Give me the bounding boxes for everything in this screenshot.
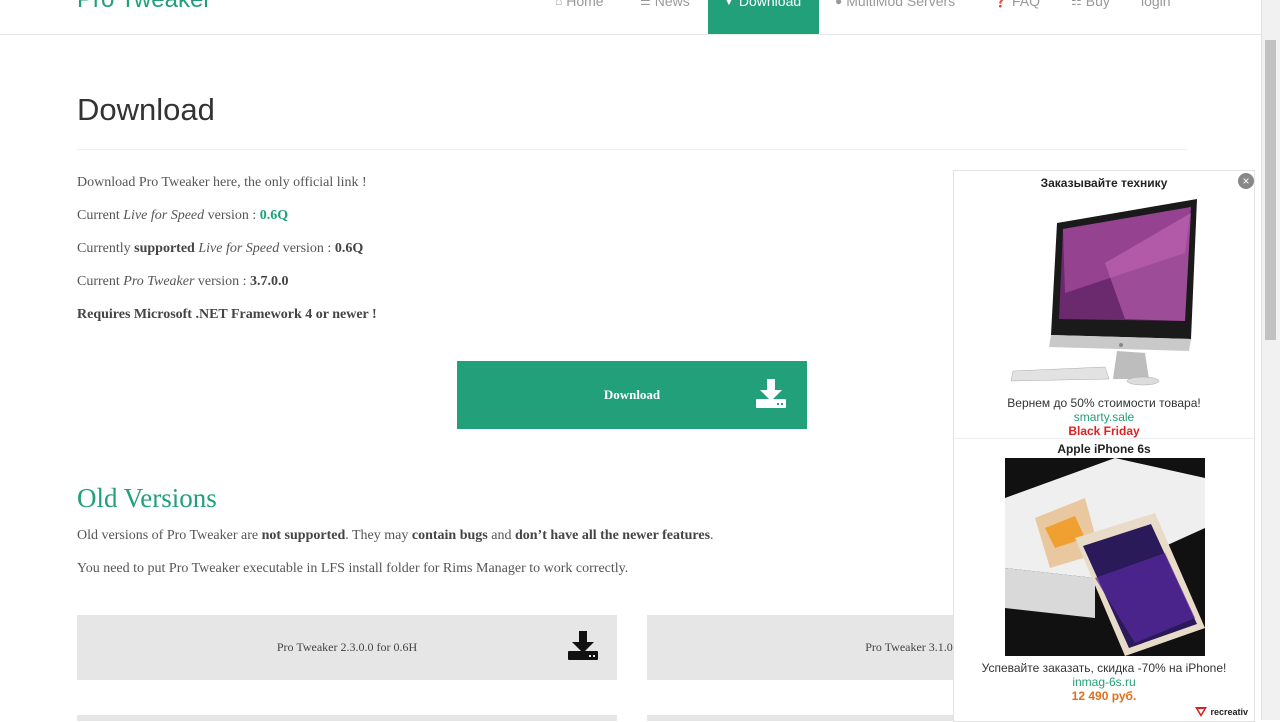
cart-icon: ☷	[1071, 0, 1082, 8]
ad-panel: × Заказывайте технику Вернем до 50% стои…	[953, 170, 1255, 722]
old-versions-note: You need to put Pro Tweaker executable i…	[77, 561, 629, 576]
download-circle-icon: ▼	[723, 0, 735, 8]
nav-news-label: News	[654, 0, 690, 9]
pt-prefix: Current	[77, 274, 124, 289]
scrollbar-thumb[interactable]	[1265, 40, 1276, 340]
nav-faq-label: FAQ	[1011, 0, 1040, 9]
ad-item1-title[interactable]: Заказывайте технику	[954, 176, 1254, 190]
question-icon: ❓	[993, 0, 1008, 8]
warn-d: contain bugs	[411, 528, 488, 543]
sup-mid: version :	[279, 241, 335, 256]
warn-e: and	[487, 528, 515, 543]
page-scrollbar[interactable]	[1261, 0, 1280, 720]
lfs-version-value: 0.6Q	[259, 208, 289, 223]
pt-mid: version :	[194, 274, 251, 289]
lfs-mid: version :	[204, 208, 260, 223]
nav-login[interactable]: login	[1141, 0, 1171, 34]
nav-download-label: Download	[738, 0, 802, 9]
intro-text: Download Pro Tweaker here, the only offi…	[77, 175, 367, 190]
lfs-name: Live for Speed	[123, 208, 205, 223]
old-version-card[interactable]	[77, 715, 617, 721]
sup-name: Live for Speed	[198, 241, 280, 256]
globe-icon: ●	[835, 0, 843, 8]
nav-buy[interactable]: ☷ Buy	[1071, 0, 1110, 34]
download-icon	[755, 379, 787, 413]
ad-item2-price[interactable]: 12 490 руб.	[954, 689, 1254, 703]
nav-home-label: Home	[566, 0, 604, 9]
nav-login-label: login	[1141, 0, 1171, 9]
pt-version-value: 3.7.0.0	[250, 274, 289, 289]
page-title: Download	[77, 92, 215, 127]
lfs-prefix: Current	[77, 208, 124, 223]
pt-name: Pro Tweaker	[123, 274, 195, 289]
iphone-image[interactable]	[1005, 458, 1205, 656]
ad-item1-promo[interactable]: Black Friday	[954, 424, 1254, 438]
ad-network-logo[interactable]: recreativ	[1195, 707, 1248, 717]
nav-multimod-servers[interactable]: ● MultiMod Servers	[835, 0, 955, 34]
old-versions-warning: Old versions of Pro Tweaker are not supp…	[77, 528, 714, 544]
download-button[interactable]: Download	[457, 361, 807, 429]
nav-multimod-label: MultiMod Servers	[846, 0, 956, 9]
nav-buy-label: Buy	[1085, 0, 1110, 9]
top-navbar: Pro Tweaker ⌂ Home ☰ News ▼ Download ● M…	[0, 0, 1262, 35]
site-brand[interactable]: Pro Tweaker	[77, 0, 211, 14]
old-versions-heading: Old Versions	[77, 483, 217, 513]
nav-download[interactable]: ▼ Download	[708, 0, 819, 34]
old-version-card[interactable]	[647, 715, 953, 721]
supported-version-value: 0.6Q	[334, 241, 364, 256]
title-divider	[77, 149, 1187, 150]
pt-version-line: Current Pro Tweaker version : 3.7.0.0	[77, 274, 289, 290]
ad-item1-link[interactable]: smarty.sale	[954, 410, 1254, 424]
news-icon: ☰	[640, 0, 651, 8]
warn-g: .	[710, 528, 714, 543]
sup-bold: supported	[134, 241, 195, 256]
nav-news[interactable]: ☰ News	[640, 0, 690, 34]
imac-image[interactable]	[1005, 193, 1205, 391]
old-version-label: Pro Tweaker 2.3.0.0 for 0.6H	[276, 640, 418, 654]
lfs-version-line: Current Live for Speed version : 0.6Q	[77, 208, 288, 224]
ad-divider	[954, 438, 1254, 439]
nav-home[interactable]: ⌂ Home	[555, 0, 604, 34]
supported-version-line: Currently supported Live for Speed versi…	[77, 241, 363, 257]
requires-text: Requires Microsoft .NET Framework 4 or n…	[77, 307, 377, 322]
warn-f: don’t have all the newer features	[514, 528, 711, 543]
ad-item1-text[interactable]: Вернем до 50% стоимости товара!	[954, 396, 1254, 410]
download-button-label: Download	[603, 387, 661, 402]
old-version-card[interactable]: Pro Tweaker 2.3.0.0 for 0.6H	[77, 615, 617, 680]
ad-item2-link[interactable]: inmag-6s.ru	[954, 675, 1254, 689]
home-icon: ⌂	[555, 0, 563, 8]
warn-a: Old versions of Pro Tweaker are	[77, 528, 262, 543]
recreativ-icon	[1195, 707, 1208, 717]
ad-item2-text[interactable]: Успевайте заказать, скидка -70% на iPhon…	[954, 661, 1254, 675]
warn-b: not supported	[261, 528, 346, 543]
ad-network-label: recreativ	[1210, 707, 1248, 717]
ad-item2-title[interactable]: Apple iPhone 6s	[954, 442, 1254, 456]
warn-c: . They may	[345, 528, 412, 543]
download-icon	[567, 631, 599, 665]
sup-prefix: Currently	[77, 241, 135, 256]
nav-faq[interactable]: ❓ FAQ	[993, 0, 1040, 34]
